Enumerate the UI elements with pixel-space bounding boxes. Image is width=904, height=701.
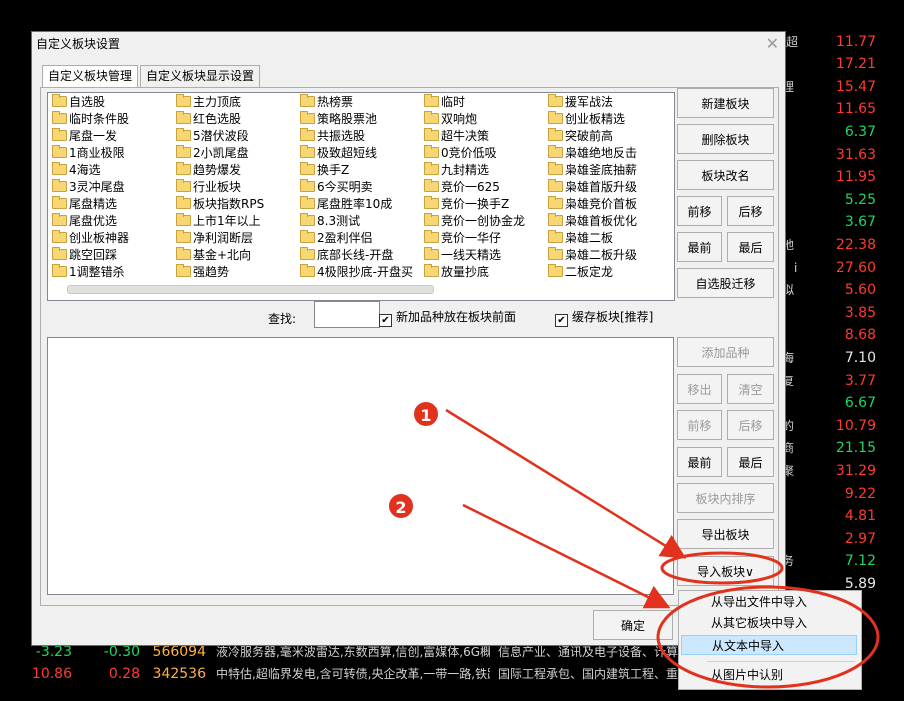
arrow-1 — [445, 408, 687, 559]
highlight-ellipse-import-button — [660, 551, 784, 585]
highlight-ellipse-import-menu — [656, 585, 880, 689]
step-badge-1: 1 — [412, 400, 440, 428]
annotation-overlay — [445, 408, 880, 689]
step-badge-2: 2 — [387, 492, 415, 520]
arrow-2 — [462, 503, 671, 609]
